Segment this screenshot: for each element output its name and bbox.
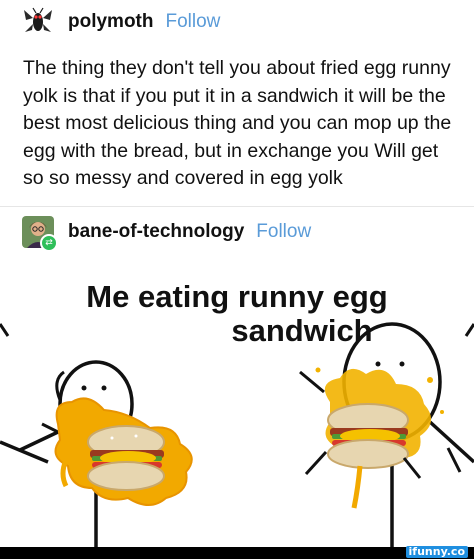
divider (0, 206, 474, 207)
moth-avatar-icon[interactable] (22, 6, 54, 38)
post-text: The thing they don't tell you about frie… (23, 57, 452, 189)
sandwich-right (327, 403, 409, 509)
meme-caption-line1: Me eating runny egg (86, 279, 388, 314)
meme-caption-line2: sandwich (231, 313, 373, 348)
username-bane-of-technology[interactable]: bane-of-technology (68, 221, 244, 243)
sandwich-left (87, 425, 165, 491)
ifunny-watermark: ifunny.co (405, 546, 468, 558)
meme-image: Me eating runny egg sandwich (0, 252, 474, 547)
post-header-bane-of-technology: ⇄ bane-of-technology Follow (22, 216, 311, 252)
reblog-icon: ⇄ (40, 234, 58, 252)
username-polymoth[interactable]: polymoth (68, 11, 154, 33)
follow-button-polymoth[interactable]: Follow (166, 11, 221, 33)
user-avatar-icon[interactable]: ⇄ (22, 216, 58, 252)
follow-button-bane-of-technology[interactable]: Follow (256, 221, 311, 243)
post-header-polymoth: polymoth Follow (22, 6, 220, 38)
meme-caption: Me eating runny egg sandwich (0, 280, 474, 348)
bottom-bar: ifunny.co (0, 546, 474, 559)
